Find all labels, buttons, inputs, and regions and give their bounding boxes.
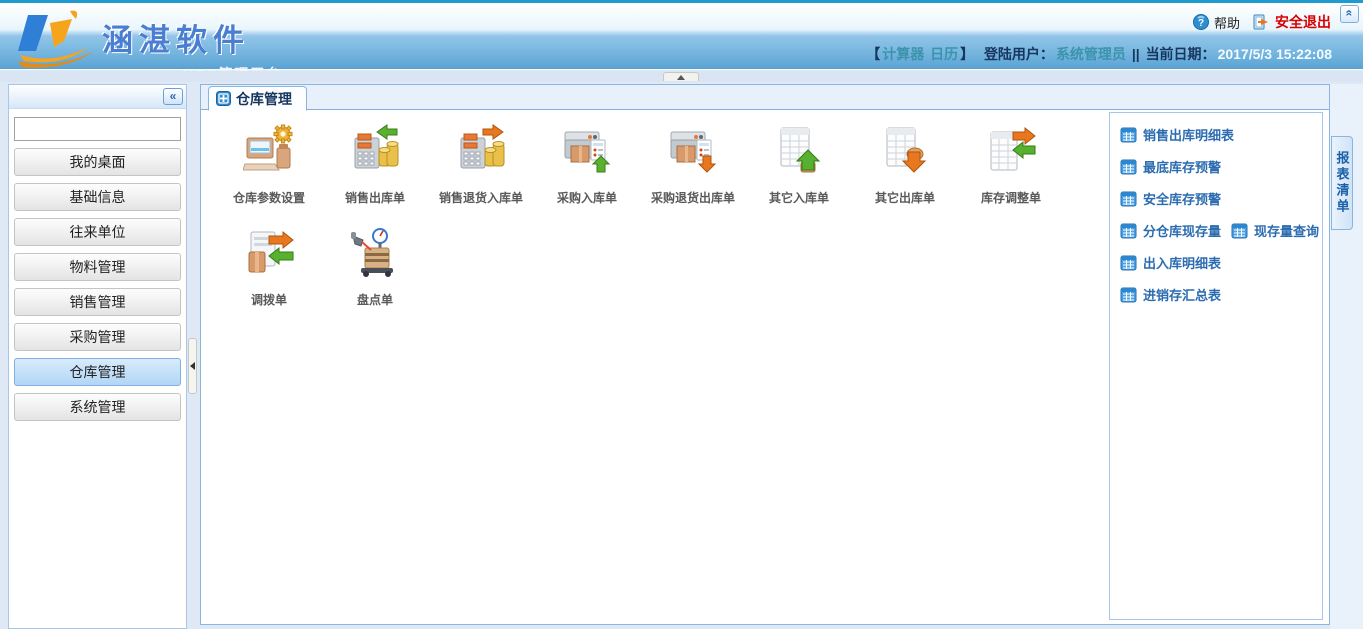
sidebar-header: «: [9, 85, 186, 109]
report-table-icon: [1231, 223, 1248, 239]
sidebar-item-system-mgmt[interactable]: 系统管理: [14, 393, 181, 421]
report-list-panel: 销售出库明细表 最底库存预警: [1109, 112, 1323, 620]
sheet-up-arrow-icon: [773, 124, 825, 180]
report-table-icon: [1120, 191, 1137, 207]
app-header: 涵湛软件 ——MES管理平台 ? 帮助 安全退出 « 【计算器 日历】 登陆用户…: [0, 0, 1363, 70]
report-table-icon: [1120, 287, 1137, 303]
sidebar-item-purchase-mgmt[interactable]: 采购管理: [14, 323, 181, 351]
bracket: 】: [960, 46, 974, 62]
triangle-up-icon: [677, 75, 685, 80]
main-content: 仓库参数设置: [201, 110, 1329, 624]
report-current-stock-query[interactable]: 现存量查询: [1231, 221, 1319, 240]
scanner-box-icon: [349, 226, 401, 282]
bracket: 【: [866, 46, 880, 62]
login-user: 系统管理员: [1056, 46, 1126, 62]
module-purchase-return-outbound-order[interactable]: 采购退货出库单: [640, 124, 746, 226]
help-button[interactable]: 帮助: [1214, 13, 1240, 32]
date-label: 当前日期：: [1146, 46, 1216, 62]
double-chevron-left-icon: «: [170, 89, 177, 103]
sidebar: « 我的桌面 基础信息 往来单位 物料管理 销售管理 采购管理 仓库管理 系统管…: [8, 84, 187, 629]
sidebar-splitter-grip[interactable]: [188, 338, 197, 394]
separator: ||: [1132, 46, 1140, 62]
printer-box-up-arrow-icon: [561, 124, 613, 180]
report-stock-by-warehouse[interactable]: 分仓库现存量: [1120, 221, 1221, 240]
report-inout-detail[interactable]: 出入库明细表: [1120, 253, 1221, 272]
module-inventory-adjustment-order[interactable]: 库存调整单: [958, 124, 1064, 226]
box-swap-arrows-icon: [243, 226, 295, 282]
register-coins-green-arrow-icon: [349, 124, 401, 180]
report-table-icon: [1120, 159, 1137, 175]
sidebar-search-input[interactable]: [14, 117, 181, 141]
sheet-swap-arrows-icon: [985, 124, 1037, 180]
sidebar-item-my-desktop[interactable]: 我的桌面: [14, 148, 181, 176]
login-label: 登陆用户：: [984, 46, 1054, 62]
calendar-link[interactable]: 日历: [930, 46, 958, 62]
tab-warehouse-mgmt[interactable]: 仓库管理: [208, 86, 307, 111]
module-purchase-inbound-order[interactable]: 采购入库单: [534, 124, 640, 226]
laptop-gear-icon: [243, 124, 295, 180]
printer-box-down-arrow-icon: [667, 124, 719, 180]
help-icon[interactable]: ?: [1193, 14, 1209, 30]
window-plus-icon: [216, 91, 231, 106]
module-sales-outbound-order[interactable]: 销售出库单: [322, 124, 428, 226]
module-other-inbound-order[interactable]: 其它入库单: [746, 124, 852, 226]
report-table-icon: [1120, 255, 1137, 271]
tab-report-list[interactable]: 报表清单: [1331, 136, 1353, 230]
sidebar-item-basic-info[interactable]: 基础信息: [14, 183, 181, 211]
tab-bar: 仓库管理: [201, 85, 1329, 110]
logo-icon: [14, 7, 98, 69]
right-tab-strip: 报表清单: [1330, 84, 1363, 629]
header-collapse-button[interactable]: «: [1340, 5, 1359, 23]
calculator-link[interactable]: 计算器: [882, 46, 924, 62]
header-collapse-grip[interactable]: [663, 72, 699, 81]
triangle-left-icon: [190, 362, 195, 370]
logout-door-icon[interactable]: [1253, 14, 1270, 30]
main-panel: 仓库管理: [200, 84, 1330, 625]
sheet-down-arrow-icon: [879, 124, 931, 180]
current-datetime: 2017/5/3 15:22:08: [1218, 46, 1332, 62]
report-sales-outbound-detail[interactable]: 销售出库明细表: [1120, 125, 1234, 144]
header-collapse-strip: [0, 71, 1363, 82]
sidebar-item-material-mgmt[interactable]: 物料管理: [14, 253, 181, 281]
header-actions: ? 帮助 安全退出: [1193, 12, 1331, 32]
report-purchase-sales-inventory-summary[interactable]: 进销存汇总表: [1120, 285, 1221, 304]
report-table-icon: [1120, 223, 1137, 239]
report-safety-stock-warning[interactable]: 安全库存预警: [1120, 189, 1221, 208]
svg-text:?: ?: [1198, 18, 1204, 29]
sidebar-item-warehouse-mgmt[interactable]: 仓库管理: [14, 358, 181, 386]
module-warehouse-param-settings[interactable]: 仓库参数设置: [216, 124, 322, 226]
sidebar-item-sales-mgmt[interactable]: 销售管理: [14, 288, 181, 316]
register-coins-orange-arrow-icon: [455, 124, 507, 180]
sidebar-item-business-partners[interactable]: 往来单位: [14, 218, 181, 246]
module-icon-grid: 仓库参数设置: [201, 110, 1109, 624]
logout-button[interactable]: 安全退出: [1275, 12, 1331, 32]
report-table-icon: [1120, 127, 1137, 143]
logo-title: 涵湛软件: [102, 15, 282, 60]
module-stocktaking-order[interactable]: 盘点单: [322, 226, 428, 328]
tab-label: 仓库管理: [236, 89, 292, 109]
sidebar-collapse-button[interactable]: «: [163, 88, 183, 105]
module-transfer-order[interactable]: 调拨单: [216, 226, 322, 328]
report-list-tab-label: 报表清单: [1333, 151, 1352, 215]
report-min-stock-warning[interactable]: 最底库存预警: [1120, 157, 1221, 176]
module-other-outbound-order[interactable]: 其它出库单: [852, 124, 958, 226]
module-sales-return-inbound-order[interactable]: 销售退货入库单: [428, 124, 534, 226]
header-info-row: 【计算器 日历】 登陆用户：系统管理员 || 当前日期：2017/5/3 15:…: [865, 44, 1333, 64]
double-chevron-up-icon: «: [1343, 10, 1357, 17]
